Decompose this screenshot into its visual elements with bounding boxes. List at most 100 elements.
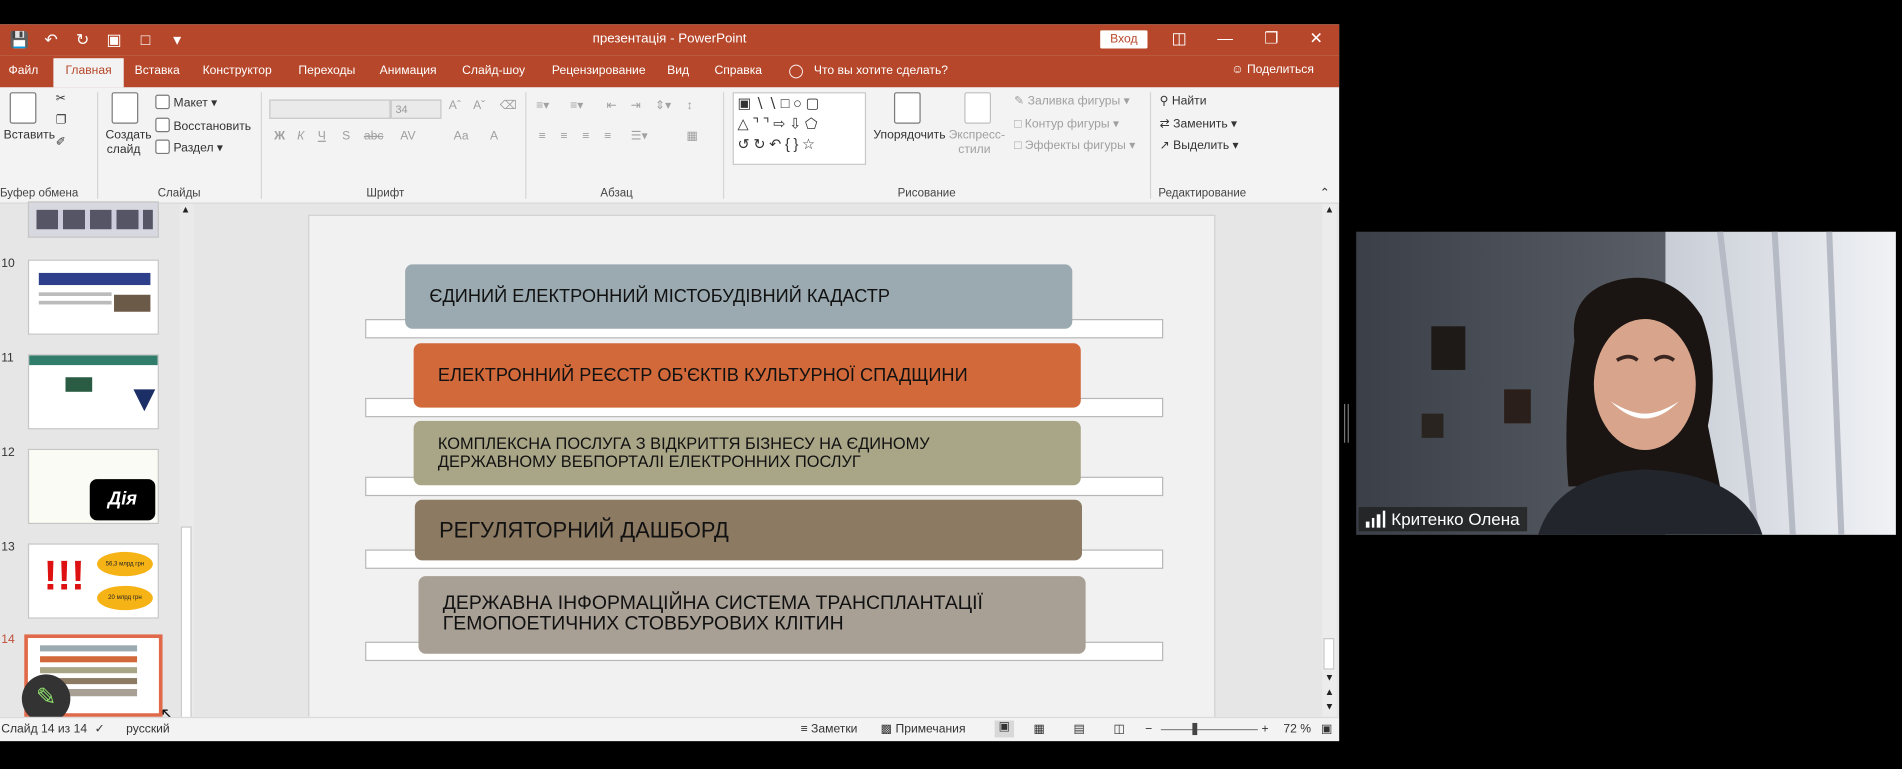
new-slide-label-2[interactable]: слайд [107,143,141,156]
font-size-input[interactable]: 34 [390,99,442,119]
video-tile[interactable]: Критенко Олена [1356,231,1896,535]
annotate-pen-button[interactable]: ✎ [21,674,71,723]
collapse-ribbon-icon[interactable]: ⌃ [1320,187,1330,200]
italic-button[interactable]: К [297,130,304,143]
tab-slideshow[interactable]: Слайд-шоу [462,64,525,77]
close-icon[interactable]: ✕ [1306,29,1325,48]
signal-strength-icon [1365,510,1386,528]
format-painter-icon[interactable]: ✐ [56,136,66,149]
quick-styles-icon[interactable] [964,92,994,125]
char-spacing-button[interactable]: AV [400,130,415,143]
select-button[interactable]: ↗ Выделить ▾ [1160,139,1239,152]
replace-button[interactable]: ⇄ Заменить ▾ [1160,118,1238,131]
columns-icon[interactable]: ☰▾ [631,130,648,143]
justify-icon[interactable]: ≡ [604,130,611,143]
decrease-indent-icon[interactable]: ⇤ [607,99,617,112]
tab-home[interactable]: Главная [53,58,124,88]
tab-file[interactable]: Файл [8,64,38,77]
cut-icon[interactable]: ✂ [56,92,66,105]
tab-review[interactable]: Рецензирование [552,64,646,77]
tab-view[interactable]: Вид [667,64,689,77]
reset-button[interactable]: Восстановить [155,117,251,133]
slide-thumbnail-9[interactable] [27,201,159,238]
zoom-slider[interactable] [1160,729,1258,731]
slideshow-icon[interactable]: ◫ [1114,723,1125,736]
tell-me-search[interactable]: Что вы хотите сделать? [814,64,948,77]
align-right-icon[interactable]: ≡ [582,130,589,143]
new-slide-label-1[interactable]: Создать [106,129,152,142]
slide-item-3[interactable]: КОМПЛЕКСНА ПОСЛУГА З ВІДКРИТТЯ БІЗНЕСУ Н… [413,420,1081,486]
align-left-icon[interactable]: ≡ [539,130,546,143]
fit-to-window-icon[interactable]: ▣ [1321,723,1332,736]
shape-effects-button[interactable]: □ Эффекты фигуры ▾ [1014,139,1135,152]
slide-thumbnail-11[interactable] [27,354,159,430]
paste-icon[interactable] [9,92,40,125]
zoom-level[interactable]: 72 % [1283,723,1311,736]
share-label: Поделиться [1246,63,1314,77]
smartart-icon[interactable]: ▦ [687,130,698,143]
shadow-button[interactable]: S [342,130,350,143]
shape-fill-button[interactable]: ✎ Заливка фигуры ▾ [1014,95,1130,108]
font-name-input[interactable] [269,99,391,119]
slide-scrollbar[interactable]: ▲ ▼ ▲ ▼ [1322,203,1337,719]
layout-button[interactable]: Макет ▾ [155,94,217,110]
font-color-button[interactable]: А [490,130,498,143]
share-button[interactable]: ☺ Поделиться [1231,63,1314,76]
panel-resize-handle[interactable] [1344,403,1349,443]
shape-outline-button[interactable]: □ Контур фигуры ▾ [1014,118,1119,131]
increase-indent-icon[interactable]: ⇥ [631,99,641,112]
tab-transitions[interactable]: Переходы [298,64,355,77]
slide-item-5[interactable]: ДЕРЖАВНА ІНФОРМАЦІЙНА СИСТЕМА ТРАНСПЛАНТ… [418,576,1086,654]
line-spacing-icon[interactable]: ⇕▾ [655,99,671,112]
ribbon-display-icon[interactable]: ◫ [1169,29,1188,48]
slide-number: 14 [1,633,15,647]
zoom-slider-thumb[interactable] [1191,722,1197,736]
arrange-button[interactable]: Упорядочить [873,129,945,142]
slide-sorter-icon[interactable]: ▦ [1033,723,1044,736]
shapes-gallery[interactable]: ▣∖∖□○▢ △⌝⌝⇨⇩⬠ ↺↻↶{}☆ [732,92,867,165]
tab-insert[interactable]: Вставка [135,64,180,77]
tab-help[interactable]: Справка [714,64,762,77]
minimize-icon[interactable]: — [1215,29,1234,47]
slide-item-4[interactable]: РЕГУЛЯТОРНИЙ ДАШБОРД [414,499,1082,561]
slides-group-label: Слайды [157,186,201,201]
slide-item-1[interactable]: ЄДИНИЙ ЕЛЕКТРОННИЙ МІСТОБУДІВНИЙ КАДАСТР [405,264,1073,329]
zoom-in-button[interactable]: + [1262,723,1269,736]
tab-design[interactable]: Конструктор [203,64,272,77]
normal-view-icon[interactable]: ▣ [994,720,1015,738]
find-button[interactable]: ⚲ Найти [1160,95,1207,108]
arrange-icon[interactable] [893,92,924,125]
restore-icon[interactable]: ❐ [1262,29,1281,48]
slide-canvas[interactable]: ЄДИНИЙ ЕЛЕКТРОННИЙ МІСТОБУДІВНИЙ КАДАСТР… [308,214,1216,726]
align-center-icon[interactable]: ≡ [560,130,567,143]
language-indicator[interactable]: русский [126,723,170,736]
underline-button[interactable]: Ч [318,130,326,143]
shrink-font-icon[interactable]: Aˇ [473,99,485,112]
slide-item-2[interactable]: ЕЛЕКТРОННИЙ РЕЄСТР ОБ'ЄКТІВ КУЛЬТУРНОЇ С… [413,343,1081,408]
login-button[interactable]: Вход [1100,30,1148,49]
slide-thumbnail-10[interactable] [27,259,159,335]
copy-icon[interactable]: ❐ [56,114,67,127]
change-case-button[interactable]: Аа [454,130,469,143]
zoom-out-button[interactable]: − [1145,723,1152,736]
strikethrough-button[interactable]: abc [364,130,384,143]
numbering-icon[interactable]: ≡▾ [570,99,583,112]
bullets-icon[interactable]: ≡▾ [536,99,549,112]
slide-thumbnail-13[interactable]: !!! 56,3 млрд грн 20 млрд грн [27,543,159,619]
quick-styles-label-1[interactable]: Экспресс- [949,129,1005,142]
quick-styles-label-2[interactable]: стили [958,143,990,156]
new-slide-icon[interactable] [111,92,142,125]
slide-thumbnail-12[interactable]: Дія [27,448,159,525]
bold-button[interactable]: Ж [274,130,285,143]
comments-button[interactable]: ▩ Примечания [881,723,966,736]
grow-font-icon[interactable]: Aˆ [449,99,461,112]
text-direction-icon[interactable]: ↕ [687,99,693,112]
notes-button[interactable]: ≡ Заметки [801,723,858,736]
clear-format-icon[interactable]: ⌫ [500,99,517,112]
paste-button[interactable]: Вставить [4,129,55,142]
reading-view-icon[interactable]: ▤ [1074,723,1085,736]
tab-animations[interactable]: Анимация [380,64,437,77]
thumbnail-scrollbar[interactable]: ▲ ▼ [179,203,195,740]
spellcheck-icon[interactable]: ✓ [95,723,105,736]
section-button[interactable]: Раздел ▾ [155,139,223,155]
